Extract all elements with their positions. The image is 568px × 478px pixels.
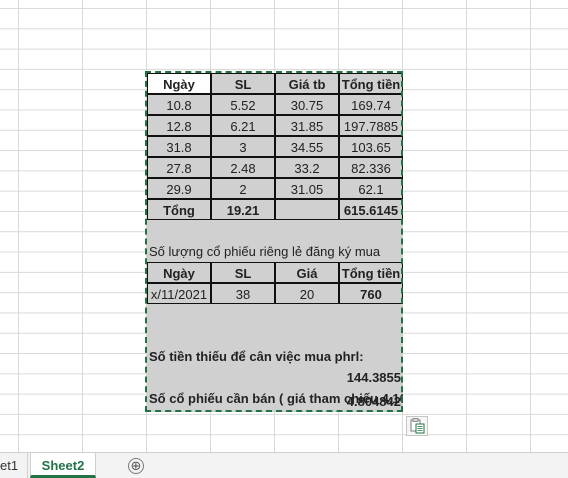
cell-section-title[interactable]: Số lượng cổ phiếu riêng lẻ đăng ký mua xyxy=(147,241,403,262)
cell-total-sl[interactable]: 19.21 xyxy=(211,199,275,220)
cell[interactable] xyxy=(275,199,339,220)
paste-options-button[interactable] xyxy=(406,416,428,436)
add-sheet-button[interactable]: ⊕ xyxy=(128,458,144,474)
cell[interactable]: 27.8 xyxy=(147,157,211,178)
table-row: 12.8 6.21 31.85 197.7885 xyxy=(147,115,403,136)
cell-total-amount[interactable]: 615.6145 xyxy=(339,199,403,220)
cell[interactable]: 31.05 xyxy=(275,178,339,199)
cell[interactable]: 760 xyxy=(339,283,403,304)
cell-header-ngay[interactable]: Ngày xyxy=(147,73,211,94)
table-row: Số lượng cổ phiếu riêng lẻ đăng ký mua xyxy=(147,241,403,262)
cell[interactable]: 103.65 xyxy=(339,136,403,157)
cell[interactable]: 2.48 xyxy=(211,157,275,178)
cell-header-sl[interactable]: SL xyxy=(211,73,275,94)
cell[interactable]: 3 xyxy=(211,136,275,157)
cell[interactable] xyxy=(275,325,339,346)
cell[interactable]: 34.55 xyxy=(275,136,339,157)
table-row: x/11/2021 38 20 760 xyxy=(147,283,403,304)
cell[interactable] xyxy=(211,304,275,325)
table-row: Ngày SL Giá tb Tổng tiền xyxy=(147,73,403,94)
plus-icon: ⊕ xyxy=(130,458,142,473)
cell[interactable]: 197.7885 xyxy=(339,115,403,136)
cell[interactable] xyxy=(211,367,275,388)
cell[interactable]: x/11/2021 xyxy=(147,283,211,304)
cell[interactable] xyxy=(147,304,211,325)
sheet-tab-bar: et1 Sheet2 ⊕ xyxy=(0,452,568,478)
cell-header-gia[interactable]: Giá xyxy=(275,262,339,283)
cell[interactable] xyxy=(147,220,211,241)
cell[interactable] xyxy=(339,304,403,325)
table-row: 27.8 2.48 33.2 82.336 xyxy=(147,157,403,178)
cell[interactable] xyxy=(275,304,339,325)
cell[interactable]: 2 xyxy=(211,178,275,199)
cell[interactable]: 31.85 xyxy=(275,115,339,136)
cell[interactable]: 30.75 xyxy=(275,94,339,115)
cell[interactable] xyxy=(339,220,403,241)
cell-total-label[interactable]: Tổng xyxy=(147,199,211,220)
cell-shortfall-label[interactable]: Số tiền thiếu để cân việc mua phrl: xyxy=(147,346,403,367)
cell-header-tong-tien-2[interactable]: Tổng tiền xyxy=(339,262,403,283)
table-row: Số tiền thiếu để cân việc mua phrl: xyxy=(147,346,403,367)
cell[interactable] xyxy=(147,325,211,346)
cell[interactable] xyxy=(275,220,339,241)
table-row xyxy=(147,304,403,325)
table-row-total: Tổng 19.21 615.6145 xyxy=(147,199,403,220)
cell[interactable] xyxy=(147,367,211,388)
cell[interactable] xyxy=(275,367,339,388)
table-row: 144.3855 xyxy=(147,367,403,388)
selected-range[interactable]: Ngày SL Giá tb Tổng tiền 10.8 5.52 30.75… xyxy=(147,73,403,412)
cell-header-gia-tb[interactable]: Giá tb xyxy=(275,73,339,94)
cell[interactable]: 169.74 xyxy=(339,94,403,115)
cell[interactable]: 20 xyxy=(275,283,339,304)
cell[interactable] xyxy=(147,391,211,412)
cell[interactable]: 5.52 xyxy=(211,94,275,115)
cell[interactable] xyxy=(211,220,275,241)
paste-options-icon xyxy=(407,418,427,439)
table-row xyxy=(147,220,403,241)
cell-header-sl-2[interactable]: SL xyxy=(211,262,275,283)
cell-shares-to-sell-value[interactable]: 4.804842 xyxy=(339,391,403,412)
cell-shortfall-value[interactable]: 144.3855 xyxy=(339,367,403,388)
cell[interactable]: 62.1 xyxy=(339,178,403,199)
tab-sheet2[interactable]: Sheet2 xyxy=(30,453,96,478)
cell[interactable]: 6.21 xyxy=(211,115,275,136)
table-row: 4.804842 xyxy=(147,391,403,412)
table-row: Ngày SL Giá Tổng tiền xyxy=(147,262,403,283)
tab-sheet1[interactable]: et1 xyxy=(0,453,28,478)
cell[interactable] xyxy=(211,325,275,346)
table-row xyxy=(147,325,403,346)
cell[interactable]: 12.8 xyxy=(147,115,211,136)
cell[interactable] xyxy=(211,391,275,412)
cell-header-tong-tien[interactable]: Tổng tiền xyxy=(339,73,403,94)
table-row: 31.8 3 34.55 103.65 xyxy=(147,136,403,157)
table-row: 10.8 5.52 30.75 169.74 xyxy=(147,94,403,115)
table-row: 29.9 2 31.05 62.1 xyxy=(147,178,403,199)
cell[interactable]: 31.8 xyxy=(147,136,211,157)
cell[interactable]: 82.336 xyxy=(339,157,403,178)
cell[interactable] xyxy=(275,391,339,412)
cell[interactable] xyxy=(339,325,403,346)
cell[interactable]: 38 xyxy=(211,283,275,304)
cell-header-ngay-2[interactable]: Ngày xyxy=(147,262,211,283)
cell[interactable]: 33.2 xyxy=(275,157,339,178)
cell[interactable]: 10.8 xyxy=(147,94,211,115)
cell[interactable]: 29.9 xyxy=(147,178,211,199)
